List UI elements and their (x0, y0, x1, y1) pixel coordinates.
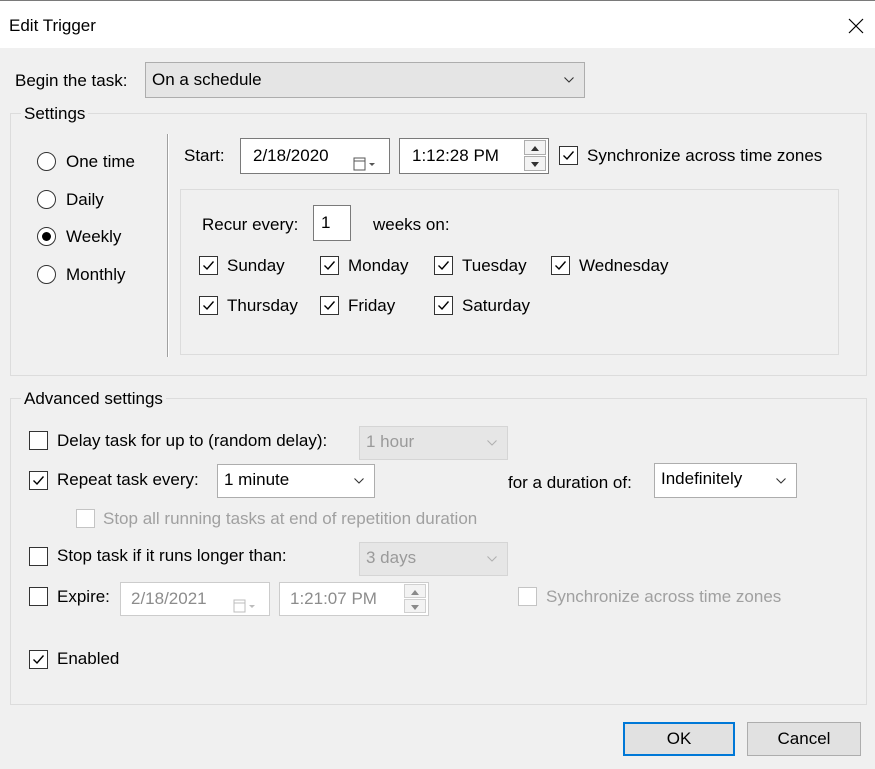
spin-up-button[interactable] (404, 584, 426, 598)
begin-task-label: Begin the task: (15, 71, 128, 90)
expire-date-picker[interactable]: 2/18/2021 (120, 582, 270, 616)
begin-task-select[interactable]: On a schedule (145, 62, 585, 98)
recur-every-input[interactable]: 1 (313, 205, 351, 241)
radio-monthly[interactable] (37, 265, 56, 284)
stop-if-longer-select[interactable]: 3 days (359, 542, 508, 576)
repeat-task-checkbox[interactable] (29, 471, 48, 490)
expire-sync-checkbox[interactable] (518, 587, 537, 606)
expire-sync-label: Synchronize across time zones (546, 587, 782, 606)
expire-checkbox[interactable] (29, 587, 48, 606)
radio-weekly[interactable] (37, 227, 56, 246)
stop-if-longer-value: 3 days (366, 548, 417, 567)
begin-task-value: On a schedule (152, 70, 262, 89)
day-sunday-label: Sunday (227, 256, 285, 275)
start-time-value: 1:12:28 PM (412, 146, 499, 165)
chevron-down-icon (487, 543, 499, 575)
expire-label: Expire: (57, 587, 110, 606)
repeat-interval-value: 1 minute (224, 470, 290, 489)
spin-down-button[interactable] (404, 599, 426, 613)
expire-date-value: 2/18/2021 (131, 589, 207, 608)
day-wednesday-label: Wednesday (579, 256, 669, 275)
chevron-down-icon (564, 63, 576, 97)
day-thursday-label: Thursday (227, 296, 298, 315)
ok-button[interactable]: OK (623, 722, 735, 756)
day-tuesday-checkbox[interactable] (434, 256, 453, 275)
calendar-icon (353, 149, 377, 183)
radio-daily-label: Daily (66, 190, 104, 209)
start-label: Start: (184, 146, 225, 165)
recur-every-value: 1 (321, 213, 331, 232)
recur-every-label: Recur every: (202, 215, 299, 234)
day-friday-label: Friday (348, 296, 396, 315)
checkmark-icon (563, 151, 575, 161)
spin-down-icon (411, 605, 419, 610)
close-button[interactable] (838, 9, 874, 43)
enabled-label: Enabled (57, 649, 120, 668)
day-wednesday-checkbox[interactable] (551, 256, 570, 275)
start-date-value: 2/18/2020 (253, 146, 329, 165)
start-date-picker[interactable]: 2/18/2020 (240, 138, 390, 174)
day-sunday-checkbox[interactable] (199, 256, 218, 275)
expire-time-value: 1:21:07 PM (290, 589, 377, 608)
expire-time-spinner[interactable] (404, 584, 426, 614)
day-saturday-checkbox[interactable] (434, 296, 453, 315)
close-icon (848, 18, 864, 34)
checkmark-icon (33, 655, 45, 665)
day-friday-checkbox[interactable] (320, 296, 339, 315)
enabled-checkbox[interactable] (29, 650, 48, 669)
spin-up-icon (411, 590, 419, 595)
stop-if-longer-label: Stop task if it runs longer than: (57, 546, 287, 565)
expire-time-field[interactable]: 1:21:07 PM (279, 582, 429, 616)
spin-up-button[interactable] (524, 140, 546, 155)
delay-select[interactable]: 1 hour (359, 426, 508, 460)
checkmark-icon (438, 261, 450, 271)
cancel-button[interactable]: Cancel (747, 722, 861, 756)
day-thursday-checkbox[interactable] (199, 296, 218, 315)
duration-label: for a duration of: (508, 473, 632, 492)
start-time-field[interactable]: 1:12:28 PM (399, 138, 549, 174)
checkmark-icon (324, 261, 336, 271)
calendar-icon (233, 592, 257, 624)
repeat-task-label: Repeat task every: (57, 470, 199, 489)
chevron-down-icon (354, 465, 366, 497)
spin-down-button[interactable] (524, 156, 546, 171)
checkmark-icon (33, 476, 45, 486)
radio-selected-dot (42, 232, 51, 241)
repeat-interval-select[interactable]: 1 minute (217, 464, 375, 498)
window-title: Edit Trigger (9, 16, 96, 35)
radio-one-time-label: One time (66, 152, 135, 171)
delay-task-checkbox[interactable] (29, 431, 48, 450)
checkmark-icon (555, 261, 567, 271)
duration-value: Indefinitely (661, 469, 743, 488)
day-saturday-label: Saturday (462, 296, 531, 315)
weeks-on-label: weeks on: (373, 215, 450, 234)
chevron-down-icon (776, 464, 788, 497)
title-bar: Edit Trigger (0, 0, 875, 48)
checkmark-icon (438, 301, 450, 311)
radio-daily[interactable] (37, 190, 56, 209)
duration-select[interactable]: Indefinitely (654, 463, 797, 498)
sync-timezones-checkbox[interactable] (559, 146, 578, 165)
checkmark-icon (203, 301, 215, 311)
start-time-spinner[interactable] (524, 140, 546, 172)
radio-weekly-label: Weekly (66, 227, 122, 246)
spin-up-icon (531, 146, 539, 151)
checkmark-icon (324, 301, 336, 311)
delay-value: 1 hour (366, 432, 415, 451)
chevron-down-icon (487, 427, 499, 459)
stop-if-longer-checkbox[interactable] (29, 547, 48, 566)
spin-down-icon (531, 162, 539, 167)
day-monday-label: Monday (348, 256, 409, 275)
radio-monthly-label: Monthly (66, 265, 126, 284)
delay-task-label: Delay task for up to (random delay): (57, 431, 328, 450)
sync-timezones-label: Synchronize across time zones (587, 146, 823, 165)
day-monday-checkbox[interactable] (320, 256, 339, 275)
settings-caption: Settings (21, 104, 89, 124)
radio-one-time[interactable] (37, 152, 56, 171)
checkmark-icon (203, 261, 215, 271)
stop-running-tasks-label: Stop all running tasks at end of repetit… (103, 509, 478, 528)
day-tuesday-label: Tuesday (462, 256, 527, 275)
stop-running-tasks-checkbox[interactable] (76, 509, 95, 528)
advanced-settings-caption: Advanced settings (21, 389, 166, 409)
